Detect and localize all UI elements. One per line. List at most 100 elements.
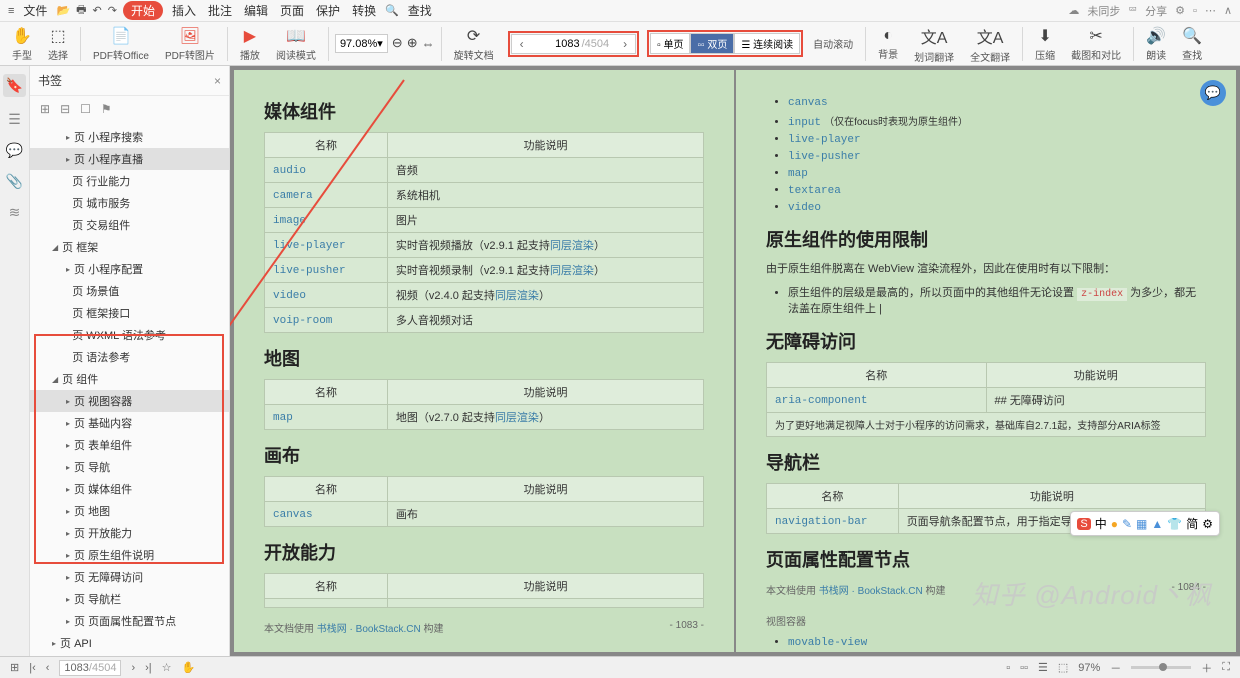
share-label[interactable]: 分享	[1145, 3, 1167, 19]
sb-bookmark-icon[interactable]: ☆	[162, 661, 172, 674]
print-icon[interactable]: 🖶	[76, 1, 86, 20]
tree-item[interactable]: 页 城市服务	[30, 192, 229, 214]
tree-item[interactable]: ▸页 导航栏	[30, 588, 229, 610]
document-viewport: 媒体组件 名称功能说明 audio音频camera系统相机image图片live…	[230, 66, 1240, 656]
sb-hand-icon[interactable]: ✋	[182, 661, 196, 674]
sb-fullscreen-icon[interactable]: ⛶	[1222, 661, 1230, 674]
word-translate[interactable]: 文A划词翻译	[908, 22, 960, 66]
tree-item[interactable]: ▸页 地图	[30, 500, 229, 522]
next-page-icon[interactable]: ›	[615, 35, 635, 53]
tree-item[interactable]: ▸页 小程序配置	[30, 258, 229, 280]
view-single[interactable]: ▫ 单页	[650, 33, 690, 54]
attachment-icon[interactable]: 📎	[6, 173, 23, 190]
full-translate[interactable]: 文A全文翻译	[964, 22, 1016, 66]
tree-item[interactable]: ▸页 无障碍访问	[30, 566, 229, 588]
share-icon[interactable]: ⮹	[1128, 4, 1137, 17]
tree-item[interactable]: 页 框架接口	[30, 302, 229, 324]
pdf-to-image[interactable]: 🖼PDF转图片	[159, 24, 221, 64]
read-aloud[interactable]: 🔊朗读	[1140, 24, 1172, 64]
tree-item[interactable]: ▸页 表单组件	[30, 434, 229, 456]
tree-item[interactable]: ▸页 页面属性配置节点	[30, 610, 229, 632]
expand-all-icon[interactable]: ⊞	[40, 102, 50, 116]
bookmark-tab-icon[interactable]: 🔖	[3, 74, 26, 97]
sb-view-icon-2[interactable]: ▫▫	[1020, 662, 1028, 674]
sb-zoom-out-icon[interactable]: －	[1110, 660, 1121, 676]
auto-scroll[interactable]: 自动滚动	[807, 34, 859, 53]
tree-item[interactable]: 页 WXML 语法参考	[30, 324, 229, 346]
fit-width-icon[interactable]: ⇔	[422, 36, 435, 51]
redo-icon[interactable]: ↷	[108, 4, 117, 17]
sb-first-page-icon[interactable]: |‹	[29, 662, 36, 674]
tree-item[interactable]: ◢页 框架	[30, 236, 229, 258]
bookmark-flag-icon[interactable]: ⚑	[101, 102, 112, 116]
view-double[interactable]: ▫▫ 双页	[690, 33, 734, 54]
tab-insert[interactable]: 插入	[169, 2, 199, 19]
zoom-input[interactable]: 97.08% ▾	[335, 34, 388, 53]
tree-item[interactable]: ▸页 API	[30, 632, 229, 654]
view-continuous[interactable]: ☰ 连续阅读	[734, 33, 800, 54]
tab-edit[interactable]: 编辑	[241, 2, 271, 19]
collapse-icon[interactable]: ∧	[1224, 4, 1232, 17]
page-number-input[interactable]	[532, 36, 582, 52]
tree-item[interactable]: ▸页 导航	[30, 456, 229, 478]
tab-convert[interactable]: 转换	[349, 2, 379, 19]
sb-view-icon-1[interactable]: ▫	[1006, 662, 1010, 674]
settings-icon[interactable]: ⚙	[1175, 4, 1185, 17]
tree-item[interactable]: ▸页 媒体组件	[30, 478, 229, 500]
find-button[interactable]: 🔍查找	[1176, 24, 1208, 64]
menu-file[interactable]: 文件	[20, 2, 50, 19]
play-button[interactable]: ▶播放	[234, 24, 266, 64]
tree-item[interactable]: ▸页 小程序搜索	[30, 126, 229, 148]
tree-item[interactable]: 页 场景值	[30, 280, 229, 302]
tree-item[interactable]: 页 交易组件	[30, 214, 229, 236]
crop-compare[interactable]: ✂截图和对比	[1065, 24, 1127, 64]
comment-icon[interactable]: 💬	[6, 142, 23, 159]
zoom-out-icon[interactable]: ⊖	[392, 35, 403, 51]
menu-hamburger-icon[interactable]: ≡	[8, 5, 14, 17]
sb-last-page-icon[interactable]: ›|	[145, 662, 152, 674]
sb-next-page-icon[interactable]: ›	[131, 662, 135, 674]
sb-grid-icon[interactable]: ⊞	[10, 661, 19, 674]
search-icon[interactable]: 🔍	[385, 4, 399, 17]
chat-bubble-icon[interactable]: 💬	[1200, 80, 1226, 106]
menu-search[interactable]: 查找	[405, 2, 435, 19]
close-icon[interactable]: ×	[214, 74, 221, 88]
tree-item[interactable]: 页 语法参考	[30, 346, 229, 368]
outline-icon[interactable]: ☰	[8, 111, 21, 128]
more-icon[interactable]: ⋯	[1205, 4, 1216, 17]
tab-page[interactable]: 页面	[277, 2, 307, 19]
compress-button[interactable]: ⬇压缩	[1029, 24, 1061, 64]
open-icon[interactable]: 📂	[56, 4, 70, 17]
sync-icon[interactable]: ☁	[1068, 4, 1079, 17]
pdf-to-office[interactable]: 📄PDF转Office	[87, 24, 155, 64]
sync-status[interactable]: 未同步	[1087, 3, 1120, 19]
hand-tool[interactable]: ✋手型	[6, 24, 38, 64]
dropdown-icon[interactable]: ▫	[1193, 5, 1197, 17]
tab-annotate[interactable]: 批注	[205, 2, 235, 19]
tree-item[interactable]: ▸页 小程序直播	[30, 148, 229, 170]
zoom-in-icon[interactable]: ⊕	[407, 35, 418, 51]
tab-start[interactable]: 开始	[123, 1, 163, 20]
rotate-button[interactable]: ⟳旋转文档	[448, 24, 500, 64]
collapse-all-icon[interactable]: ⊟	[60, 102, 70, 116]
sb-prev-page-icon[interactable]: ‹	[46, 662, 50, 674]
sb-zoom-in-icon[interactable]: ＋	[1201, 660, 1212, 676]
select-tool[interactable]: ⬚选择	[42, 24, 74, 64]
tree-item[interactable]: ▸页 视图容器	[30, 390, 229, 412]
background-button[interactable]: ◐背景	[872, 25, 904, 63]
layers-icon[interactable]: ≋	[9, 204, 21, 221]
tree-item[interactable]: 页 行业能力	[30, 170, 229, 192]
ime-indicator[interactable]: S 中 ●✎▦▲👕 简⚙	[1070, 511, 1220, 536]
sb-fit-icon[interactable]: ⬚	[1058, 661, 1068, 674]
tab-protect[interactable]: 保护	[313, 2, 343, 19]
sb-view-icon-3[interactable]: ☰	[1038, 661, 1048, 674]
sb-page-input[interactable]: 1083/4504	[59, 660, 121, 676]
prev-page-icon[interactable]: ‹	[512, 35, 532, 53]
tree-item[interactable]: ◢页 组件	[30, 368, 229, 390]
undo-icon[interactable]: ↶	[93, 4, 102, 17]
bookmark-add-icon[interactable]: ☐	[80, 102, 91, 116]
read-mode[interactable]: 📖阅读模式	[270, 24, 322, 64]
tree-item[interactable]: ▸页 基础内容	[30, 412, 229, 434]
tree-item[interactable]: ▸页 开放能力	[30, 522, 229, 544]
tree-item[interactable]: ▸页 原生组件说明	[30, 544, 229, 566]
